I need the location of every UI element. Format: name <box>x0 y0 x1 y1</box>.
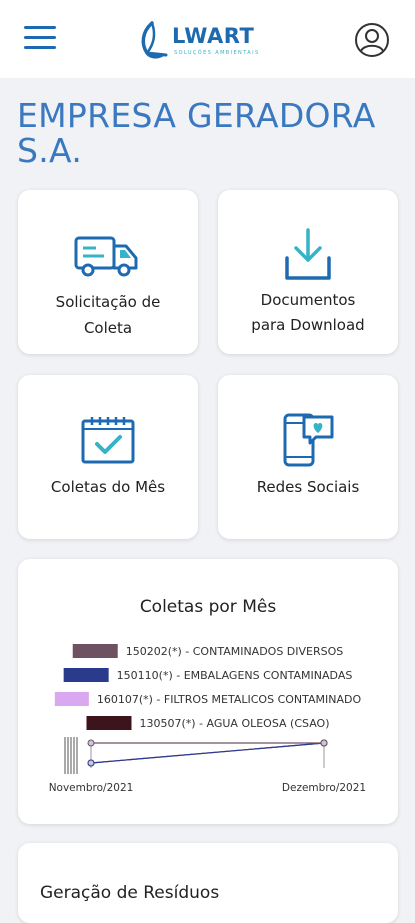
download-icon <box>285 228 331 280</box>
truck-icon <box>74 236 138 277</box>
legend-label: 150202(*) - CONTAMINADOS DIVERSOS <box>126 645 344 658</box>
legend-label: 160107(*) - FILTROS METALICOS CONTAMINAD… <box>97 693 362 706</box>
tile-redes-sociais[interactable]: Redes Sociais <box>218 375 398 539</box>
legend-label: 150110(*) - EMBALAGENS CONTAMINADAS <box>117 669 353 682</box>
x-tick-label: Novembro/2021 <box>49 782 134 794</box>
app-header: LWART SOLUÇÕES AMBIENTAIS <box>0 0 415 78</box>
x-tick-label: Dezembro/2021 <box>282 782 366 794</box>
logo-wordmark: LWART <box>172 24 255 48</box>
smartphone-chat-icon <box>283 413 334 467</box>
series-line <box>90 742 325 764</box>
logo-tagline: SOLUÇÕES AMBIENTAIS <box>174 50 260 56</box>
legend-swatch <box>86 716 132 730</box>
legend-label: 130507(*) - AGUA OLEOSA (CSAO) <box>139 717 329 730</box>
tile-solicitacao-coleta[interactable]: Solicitação de Coleta <box>18 190 198 354</box>
legend-swatch <box>63 668 109 682</box>
legend-swatch <box>54 692 89 706</box>
data-point <box>87 759 95 767</box>
tile-label-line1: Documentos <box>260 291 356 309</box>
chart-title: Geração de Resíduos <box>40 883 220 903</box>
lwart-logo-mark-icon <box>141 21 168 59</box>
tile-coletas-mes[interactable]: Coletas do Mês <box>18 375 198 539</box>
chart-card-coletas-por-mes: Coletas por Mês 150202(*) - CONTAMINADOS… <box>18 559 398 824</box>
data-point <box>87 739 95 747</box>
data-point <box>320 739 328 747</box>
tile-label-line2: Coleta <box>83 319 133 337</box>
lwart-logo: LWART SOLUÇÕES AMBIENTAIS <box>138 20 274 60</box>
line-chart: 150202(*) - CONTAMINADOS DIVERSOS 150110(… <box>49 644 366 794</box>
tile-label-line1: Solicitação de <box>55 293 161 311</box>
chart-card-geracao-residuos: Geração de Resíduos <box>18 843 398 923</box>
calendar-check-icon <box>81 417 135 464</box>
tile-label-line2: para Download <box>251 316 365 334</box>
legend-swatch <box>72 644 118 658</box>
tile-label: Coletas do Mês <box>50 478 166 496</box>
tile-documentos-download[interactable]: Documentos para Download <box>218 190 398 354</box>
hamburger-menu-icon[interactable] <box>24 26 56 50</box>
tile-label: Redes Sociais <box>256 478 360 496</box>
user-profile-icon[interactable] <box>354 22 390 58</box>
company-name: EMPRESA GERADORA S.A. <box>17 96 376 170</box>
